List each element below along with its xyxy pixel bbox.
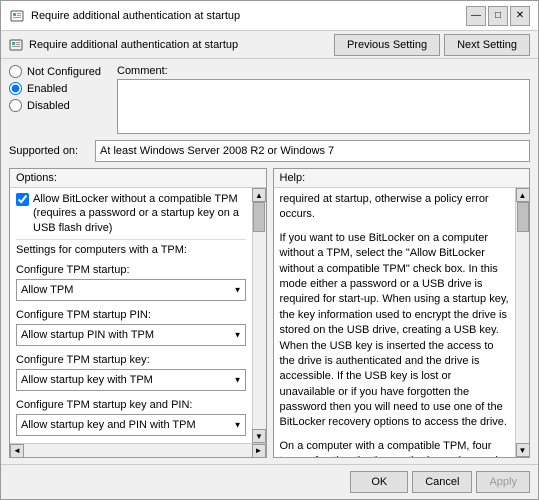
tpm-startup-select[interactable]: Allow TPM: [16, 279, 246, 301]
configure-tpm-key-pin: Configure TPM startup key and PIN: Allow…: [16, 399, 246, 436]
tpm-key-dropdown-wrapper: Allow startup key with TPM ▼: [16, 369, 246, 391]
disabled-label: Disabled: [27, 100, 70, 112]
tpm-key-label: Configure TPM startup key:: [16, 354, 246, 366]
header-title-area: Require additional authentication at sta…: [9, 38, 238, 52]
title-bar: Require additional authentication at sta…: [1, 1, 538, 31]
enabled-radio[interactable]: [9, 82, 22, 95]
tpm-key-pin-dropdown-wrapper: Allow startup key and PIN with TPM ▼: [16, 414, 246, 436]
configure-tpm-startup: Configure TPM startup: Allow TPM ▼: [16, 264, 246, 301]
help-scrollbar: ▲ ▼: [515, 188, 529, 457]
not-configured-label: Not Configured: [27, 66, 101, 78]
help-para-2: On a computer with a compatible TPM, fou…: [280, 439, 510, 457]
supported-value: At least Windows Server 2008 R2 or Windo…: [95, 140, 530, 162]
maximize-button[interactable]: □: [488, 6, 508, 26]
configure-tpm-key: Configure TPM startup key: Allow startup…: [16, 354, 246, 391]
tpm-pin-dropdown-wrapper: Allow startup PIN with TPM ▼: [16, 324, 246, 346]
allow-bitlocker-checkbox[interactable]: [16, 193, 29, 206]
tpm-pin-label: Configure TPM startup PIN:: [16, 309, 246, 321]
content-area: Not Configured Enabled Disabled Comment:…: [1, 59, 538, 464]
window-title: Require additional authentication at sta…: [31, 10, 240, 22]
options-content: Allow BitLocker without a compatible TPM…: [10, 188, 252, 443]
bottom-bar: OK Cancel Apply: [1, 464, 538, 499]
next-setting-button[interactable]: Next Setting: [444, 34, 530, 56]
enabled-label: Enabled: [27, 83, 67, 95]
ok-button[interactable]: OK: [350, 471, 408, 493]
options-hscrollbar: ◄ ►: [10, 443, 266, 457]
tpm-key-pin-select[interactable]: Allow startup key and PIN with TPM: [16, 414, 246, 436]
disabled-radio[interactable]: [9, 99, 22, 112]
checkbox-main-text: Allow BitLocker without a compatible TPM: [33, 193, 238, 205]
main-panels: Options: Allow BitLocker without a compa…: [9, 168, 530, 458]
header-icon: [9, 38, 23, 52]
minimize-button[interactable]: —: [466, 6, 486, 26]
help-scroll-up[interactable]: ▲: [516, 188, 530, 202]
top-section: Not Configured Enabled Disabled Comment:: [9, 65, 530, 134]
help-panel: Help: required at startup, otherwise a p…: [273, 168, 531, 458]
main-window: Require additional authentication at sta…: [0, 0, 539, 500]
options-scrollbar: ▲ ▼: [252, 188, 266, 443]
options-header: Options:: [10, 169, 266, 188]
help-para-0: required at startup, otherwise a policy …: [280, 192, 510, 223]
allow-bitlocker-option: Allow BitLocker without a compatible TPM…: [16, 192, 246, 235]
tpm-group-label: Settings for computers with a TPM:: [16, 244, 246, 256]
close-button[interactable]: ✕: [510, 6, 530, 26]
radio-group: Not Configured Enabled Disabled: [9, 65, 109, 134]
options-panel: Options: Allow BitLocker without a compa…: [9, 168, 267, 458]
options-scroll-left[interactable]: ◄: [10, 444, 24, 458]
previous-setting-button[interactable]: Previous Setting: [334, 34, 440, 56]
supported-label: Supported on:: [9, 145, 89, 157]
comment-section: Comment:: [117, 65, 530, 134]
header-title-text: Require additional authentication at sta…: [29, 39, 238, 51]
options-scroll-down[interactable]: ▼: [252, 429, 266, 443]
radio-not-configured: Not Configured: [9, 65, 109, 78]
supported-row: Supported on: At least Windows Server 20…: [9, 140, 530, 162]
tpm-key-pin-label: Configure TPM startup key and PIN:: [16, 399, 246, 411]
help-scroll-down[interactable]: ▼: [516, 443, 530, 457]
radio-enabled: Enabled: [9, 82, 109, 95]
tpm-pin-select[interactable]: Allow startup PIN with TPM: [16, 324, 246, 346]
help-header: Help:: [274, 169, 530, 188]
options-scroll-up[interactable]: ▲: [252, 188, 266, 202]
window-icon: [9, 8, 25, 24]
tpm-startup-dropdown-wrapper: Allow TPM ▼: [16, 279, 246, 301]
comment-textarea[interactable]: [117, 79, 530, 134]
header-bar: Require additional authentication at sta…: [1, 31, 538, 59]
checkbox-sub-text: (requires a password or a startup key on…: [33, 207, 239, 233]
tpm-settings-group: Settings for computers with a TPM:: [16, 244, 246, 256]
tpm-startup-label: Configure TPM startup:: [16, 264, 246, 276]
help-content: required at startup, otherwise a policy …: [274, 188, 516, 457]
radio-disabled: Disabled: [9, 99, 109, 112]
options-scroll-right[interactable]: ►: [252, 444, 266, 458]
help-para-1: If you want to use BitLocker on a comput…: [280, 231, 510, 431]
cancel-button[interactable]: Cancel: [412, 471, 472, 493]
comment-label: Comment:: [117, 65, 530, 77]
apply-button[interactable]: Apply: [476, 471, 530, 493]
tpm-key-select[interactable]: Allow startup key with TPM: [16, 369, 246, 391]
not-configured-radio[interactable]: [9, 65, 22, 78]
configure-tpm-pin: Configure TPM startup PIN: Allow startup…: [16, 309, 246, 346]
